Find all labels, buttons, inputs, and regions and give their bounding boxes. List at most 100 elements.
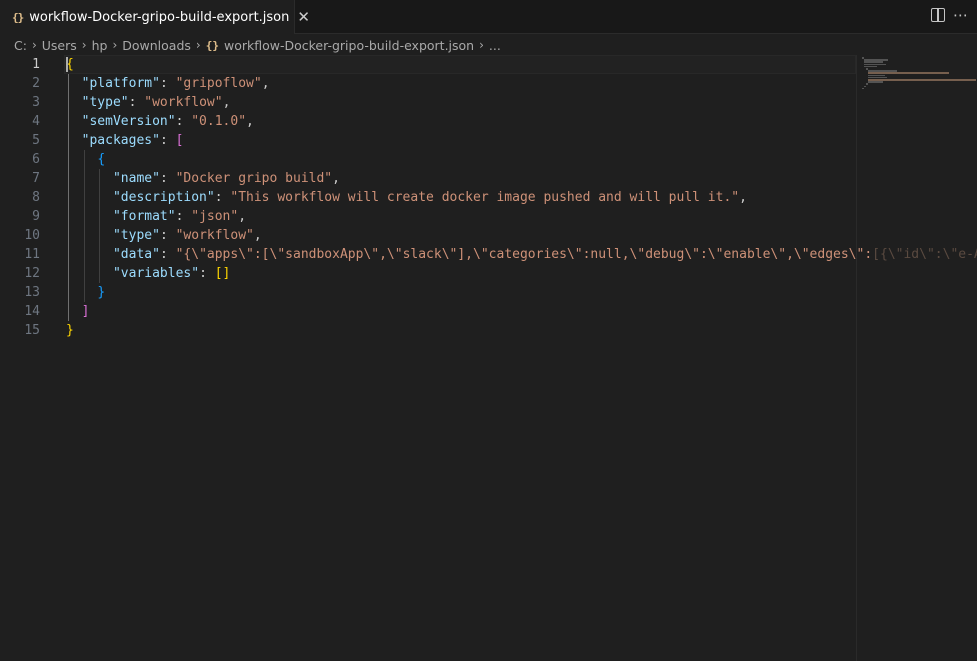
code-line[interactable]: 1{: [0, 55, 977, 74]
code-token: "{\"apps\":[\"sandboxApp\",\"slack\"],\"…: [175, 247, 873, 262]
tab-bar: {} workflow-Docker-gripo-build-export.js…: [0, 0, 977, 35]
indent-guide: [68, 74, 69, 321]
code-token: ,: [246, 114, 254, 129]
line-number: 10: [24, 228, 40, 243]
line-number: 5: [32, 133, 40, 148]
code-text: ]: [66, 302, 90, 321]
code-token: [{\"id\":\"e-A: [872, 247, 977, 262]
code-line[interactable]: 11 "data": "{\"apps\":[\"sandboxApp\",\"…: [0, 245, 977, 264]
code-token: "data": [112, 247, 160, 262]
current-line-highlight: [64, 55, 856, 74]
chevron-right-icon: ›: [112, 38, 118, 52]
line-number: 2: [32, 76, 40, 91]
code-token: "type": [81, 95, 129, 110]
indent-guide: [99, 169, 101, 283]
code-token: ,: [261, 76, 270, 91]
code-token: :: [159, 247, 176, 262]
code-token: ,: [332, 171, 340, 186]
line-number: 14: [24, 304, 40, 319]
code-token: "name": [112, 171, 160, 186]
chevron-right-icon: ›: [31, 38, 37, 52]
code-token: {: [97, 152, 106, 167]
code-token: [: [175, 133, 184, 148]
code-line[interactable]: 2 "platform": "gripoflow",: [0, 74, 977, 93]
minimap-line: [868, 79, 976, 81]
scrollbar-track: [856, 55, 857, 661]
code-token: :: [159, 228, 176, 243]
line-number: 8: [32, 190, 40, 205]
json-file-icon: {}: [12, 10, 24, 24]
code-token: "packages": [81, 133, 160, 148]
breadcrumb: C: › Users › hp › Downloads › {} workflo…: [0, 34, 977, 56]
json-file-icon: {}: [205, 38, 219, 52]
more-actions-icon[interactable]: ⋯: [953, 6, 969, 24]
code-line[interactable]: 7 "name": "Docker gripo build",: [0, 169, 977, 188]
breadcrumb-item-drive[interactable]: C:: [14, 38, 27, 53]
code-token: }: [97, 285, 106, 300]
code-token: "Docker gripo build": [175, 171, 333, 186]
code-token: "workflow": [175, 228, 254, 243]
code-line[interactable]: 10 "type": "workflow",: [0, 226, 977, 245]
code-token: "type": [112, 228, 160, 243]
code-editor[interactable]: 1{2 "platform": "gripoflow", 3 "type": "w…: [0, 55, 977, 661]
code-token: :: [199, 266, 215, 281]
minimap-line: [864, 85, 866, 88]
code-text: {: [66, 150, 105, 169]
split-editor-icon[interactable]: [931, 8, 945, 22]
code-token: "description": [112, 190, 215, 205]
breadcrumb-item-more[interactable]: ...: [489, 38, 501, 53]
minimap[interactable]: [862, 55, 976, 95]
code-text: "semVersion": "0.1.0",: [66, 112, 254, 131]
line-number: 6: [32, 152, 40, 167]
line-number: 11: [24, 247, 40, 262]
code-line[interactable]: 4 "semVersion": "0.1.0",: [0, 112, 977, 131]
code-token: ,: [253, 228, 262, 243]
breadcrumb-item-hp[interactable]: hp: [92, 38, 108, 53]
code-text: "variables": []: [66, 264, 230, 283]
code-line[interactable]: 14 ]: [0, 302, 977, 321]
text-cursor: [66, 57, 68, 72]
code-line[interactable]: 3 "type": "workflow",: [0, 93, 977, 112]
code-token: "This workflow will create docker image …: [230, 190, 740, 205]
breadcrumb-item-downloads[interactable]: Downloads: [122, 38, 191, 53]
code-line[interactable]: 8 "description": "This workflow will cre…: [0, 188, 977, 207]
code-token: :: [159, 76, 176, 91]
code-text: "format": "json",: [66, 207, 246, 226]
code-token: :: [128, 95, 145, 110]
code-token: "semVersion": [81, 114, 176, 129]
code-token: "variables": [112, 266, 200, 281]
breadcrumb-item-users[interactable]: Users: [42, 38, 77, 53]
code-text: "data": "{\"apps\":[\"sandboxApp\",\"sla…: [66, 245, 977, 264]
code-text: }: [66, 283, 105, 302]
tab-workflow-json[interactable]: {} workflow-Docker-gripo-build-export.js…: [0, 0, 310, 35]
breadcrumb-item-file[interactable]: workflow-Docker-gripo-build-export.json: [224, 38, 474, 53]
code-token: :: [159, 133, 176, 148]
code-line[interactable]: 15}: [0, 321, 977, 340]
code-line[interactable]: 6 {: [0, 150, 977, 169]
line-number: 4: [32, 114, 40, 129]
code-token: :: [214, 190, 231, 205]
chevron-right-icon: ›: [479, 38, 484, 52]
code-line[interactable]: 5 "packages": [: [0, 131, 977, 150]
code-token: ,: [739, 190, 747, 205]
code-text: }: [66, 321, 74, 340]
code-line[interactable]: 9 "format": "json",: [0, 207, 977, 226]
line-number: 3: [32, 95, 40, 110]
line-number: 13: [24, 285, 40, 300]
code-token: []: [214, 266, 231, 281]
code-token: ]: [81, 304, 90, 319]
minimap-line: [862, 87, 864, 90]
code-line[interactable]: 12 "variables": []: [0, 264, 977, 283]
line-number: 15: [24, 323, 40, 338]
code-line[interactable]: 13 }: [0, 283, 977, 302]
minimap-line: [868, 81, 883, 83]
code-token: :: [159, 171, 176, 186]
close-icon[interactable]: ✕: [297, 8, 310, 26]
